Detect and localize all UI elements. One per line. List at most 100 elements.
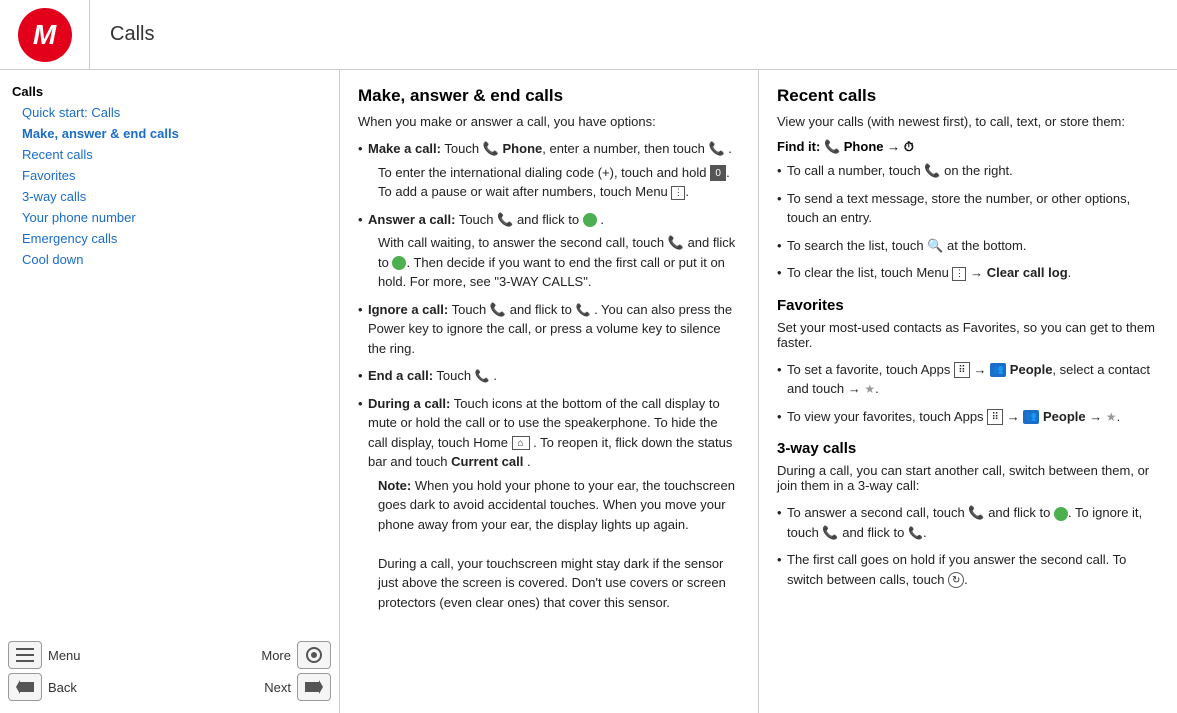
- make-answer-title: Make, answer & end calls: [358, 86, 740, 106]
- ignore-call-text: Touch: [452, 302, 490, 317]
- list-item-during-call: During a call: Touch icons at the bottom…: [358, 394, 740, 613]
- favorites-intro: Set your most-used contacts as Favorites…: [777, 320, 1159, 350]
- make-call-text3: .: [728, 141, 732, 156]
- bottom-row-2: Back Next: [8, 673, 331, 701]
- make-call-text: Touch: [444, 141, 482, 156]
- motorola-logo: M: [18, 8, 72, 62]
- green-circle-tw1: [1054, 507, 1068, 521]
- sidebar-bottom: Menu More Back Next: [8, 641, 331, 701]
- end-call-text: Touch: [436, 368, 474, 383]
- make-call-sub: To enter the international dialing code …: [378, 163, 740, 202]
- switch-icon: ↻: [948, 572, 964, 588]
- clock-icon: ⏱: [904, 139, 914, 155]
- more-icon: [297, 641, 331, 669]
- content-area: Make, answer & end calls When you make o…: [340, 70, 1177, 713]
- answer-call-text2: and flick to: [517, 212, 583, 227]
- right-panel: Recent calls View your calls (with newes…: [759, 70, 1177, 713]
- find-it-phone-bold: Phone →: [844, 139, 900, 154]
- during-call-label: During a call:: [368, 396, 450, 411]
- sidebar: Calls Quick start: Calls Make, answer & …: [0, 70, 340, 713]
- next-button[interactable]: Next: [264, 673, 331, 701]
- people-icon-1: 👥: [990, 363, 1006, 377]
- sidebar-item-phone-number[interactable]: Your phone number: [8, 208, 331, 227]
- threeway-bullet-2: The first call goes on hold if you answe…: [777, 550, 1159, 589]
- phone-icon-find: 📞: [824, 139, 840, 155]
- note-label: Note:: [378, 478, 411, 493]
- more-button[interactable]: More: [261, 641, 331, 669]
- zero-key-icon: 0: [710, 165, 726, 181]
- make-call-label: Make a call:: [368, 141, 441, 156]
- answer-call-label: Answer a call:: [368, 212, 455, 227]
- three-way-intro: During a call, you can start another cal…: [777, 463, 1159, 493]
- people-icon-2: 👥: [1023, 410, 1039, 424]
- back-label: Back: [48, 680, 77, 695]
- during-call-note: Note: When you hold your phone to your e…: [378, 476, 740, 613]
- menu-icon-rc: ⋮: [952, 267, 966, 281]
- answer-call-text: Touch: [459, 212, 497, 227]
- recent-calls-intro: View your calls (with newest first), to …: [777, 114, 1159, 129]
- phone-icon-rc1: 📞: [924, 161, 940, 181]
- apps-icon-2: ⠿: [987, 409, 1003, 425]
- answer-call-sub: With call waiting, to answer the second …: [378, 233, 740, 292]
- sidebar-item-3way-calls[interactable]: 3-way calls: [8, 187, 331, 206]
- answer-call-text3: .: [600, 212, 604, 227]
- make-answer-intro: When you make or answer a call, you have…: [358, 114, 740, 129]
- more-label: More: [261, 648, 291, 663]
- star-icon-1: ★: [864, 380, 875, 398]
- sidebar-item-cool-down[interactable]: Cool down: [8, 250, 331, 269]
- phone-icon-1: 📞: [483, 139, 499, 159]
- make-call-text2: Phone, enter a number, then touch: [503, 141, 709, 156]
- sidebar-item-make-answer[interactable]: Make, answer & end calls: [8, 124, 331, 143]
- find-it-line: Find it: 📞 Phone → ⏱: [777, 139, 1159, 155]
- during-call-text3: .: [527, 454, 531, 469]
- menu-dots-icon: ⋮: [671, 186, 685, 200]
- recent-calls-title: Recent calls: [777, 86, 1159, 106]
- apps-icon-1: ⠿: [954, 362, 970, 378]
- red-phone-icon-2: 📞: [475, 367, 490, 385]
- list-item-make-a-call: Make a call: Touch 📞 Phone, enter a numb…: [358, 139, 740, 202]
- back-button[interactable]: Back: [8, 673, 77, 701]
- search-icon-rc: 🔍: [927, 236, 943, 256]
- green-circle-icon-2: [392, 256, 406, 270]
- three-way-list: To answer a second call, touch 📞 and fli…: [777, 503, 1159, 589]
- sidebar-item-favorites[interactable]: Favorites: [8, 166, 331, 185]
- green-circle-icon-1: [583, 213, 597, 227]
- make-answer-panel: Make, answer & end calls When you make o…: [340, 70, 759, 713]
- recent-bullet-2: To send a text message, store the number…: [777, 189, 1159, 228]
- next-label: Next: [264, 680, 291, 695]
- menu-icon: [8, 641, 42, 669]
- make-answer-list: Make a call: Touch 📞 Phone, enter a numb…: [358, 139, 740, 612]
- end-call-label: End a call:: [368, 368, 433, 383]
- home-icon: ⌂: [512, 436, 530, 450]
- sidebar-item-calls[interactable]: Calls: [8, 82, 331, 101]
- phone-icon-tw2: 📞: [822, 523, 838, 543]
- sidebar-item-quick-start[interactable]: Quick start: Calls: [8, 103, 331, 122]
- phone-icon-3: 📞: [497, 210, 513, 230]
- fav-bullet-2: To view your favorites, touch Apps ⠿ → 👥…: [777, 407, 1159, 427]
- phone-icon-tw1: 📞: [968, 503, 984, 523]
- bottom-row-1: Menu More: [8, 641, 331, 669]
- phone-icon-4: 📞: [668, 233, 684, 253]
- ignore-call-text2: and flick to: [510, 302, 576, 317]
- recent-bullet-3: To search the list, touch 🔍 at the botto…: [777, 236, 1159, 256]
- logo-container: M: [0, 0, 90, 70]
- favorites-list: To set a favorite, touch Apps ⠿ → 👥 Peop…: [777, 360, 1159, 427]
- sidebar-item-emergency[interactable]: Emergency calls: [8, 229, 331, 248]
- menu-button[interactable]: Menu: [8, 641, 81, 669]
- recent-bullet-1: To call a number, touch 📞 on the right.: [777, 161, 1159, 181]
- ignore-call-label: Ignore a call:: [368, 302, 448, 317]
- page-title: Calls: [90, 23, 154, 46]
- list-item-ignore-call: Ignore a call: Touch 📞 and flick to 📞 . …: [358, 300, 740, 359]
- fav-bullet-1: To set a favorite, touch Apps ⠿ → 👥 Peop…: [777, 360, 1159, 399]
- star-icon-2: ★: [1106, 408, 1117, 426]
- menu-label: Menu: [48, 648, 81, 663]
- threeway-bullet-1: To answer a second call, touch 📞 and fli…: [777, 503, 1159, 542]
- end-call-text2: .: [493, 368, 497, 383]
- recent-calls-list: To call a number, touch 📞 on the right. …: [777, 161, 1159, 283]
- app-header: M Calls: [0, 0, 1177, 70]
- list-item-end-call: End a call: Touch 📞 .: [358, 366, 740, 386]
- red-phone-icon-1: 📞: [575, 301, 590, 319]
- next-icon: [297, 673, 331, 701]
- sidebar-item-recent-calls[interactable]: Recent calls: [8, 145, 331, 164]
- main-layout: Calls Quick start: Calls Make, answer & …: [0, 70, 1177, 713]
